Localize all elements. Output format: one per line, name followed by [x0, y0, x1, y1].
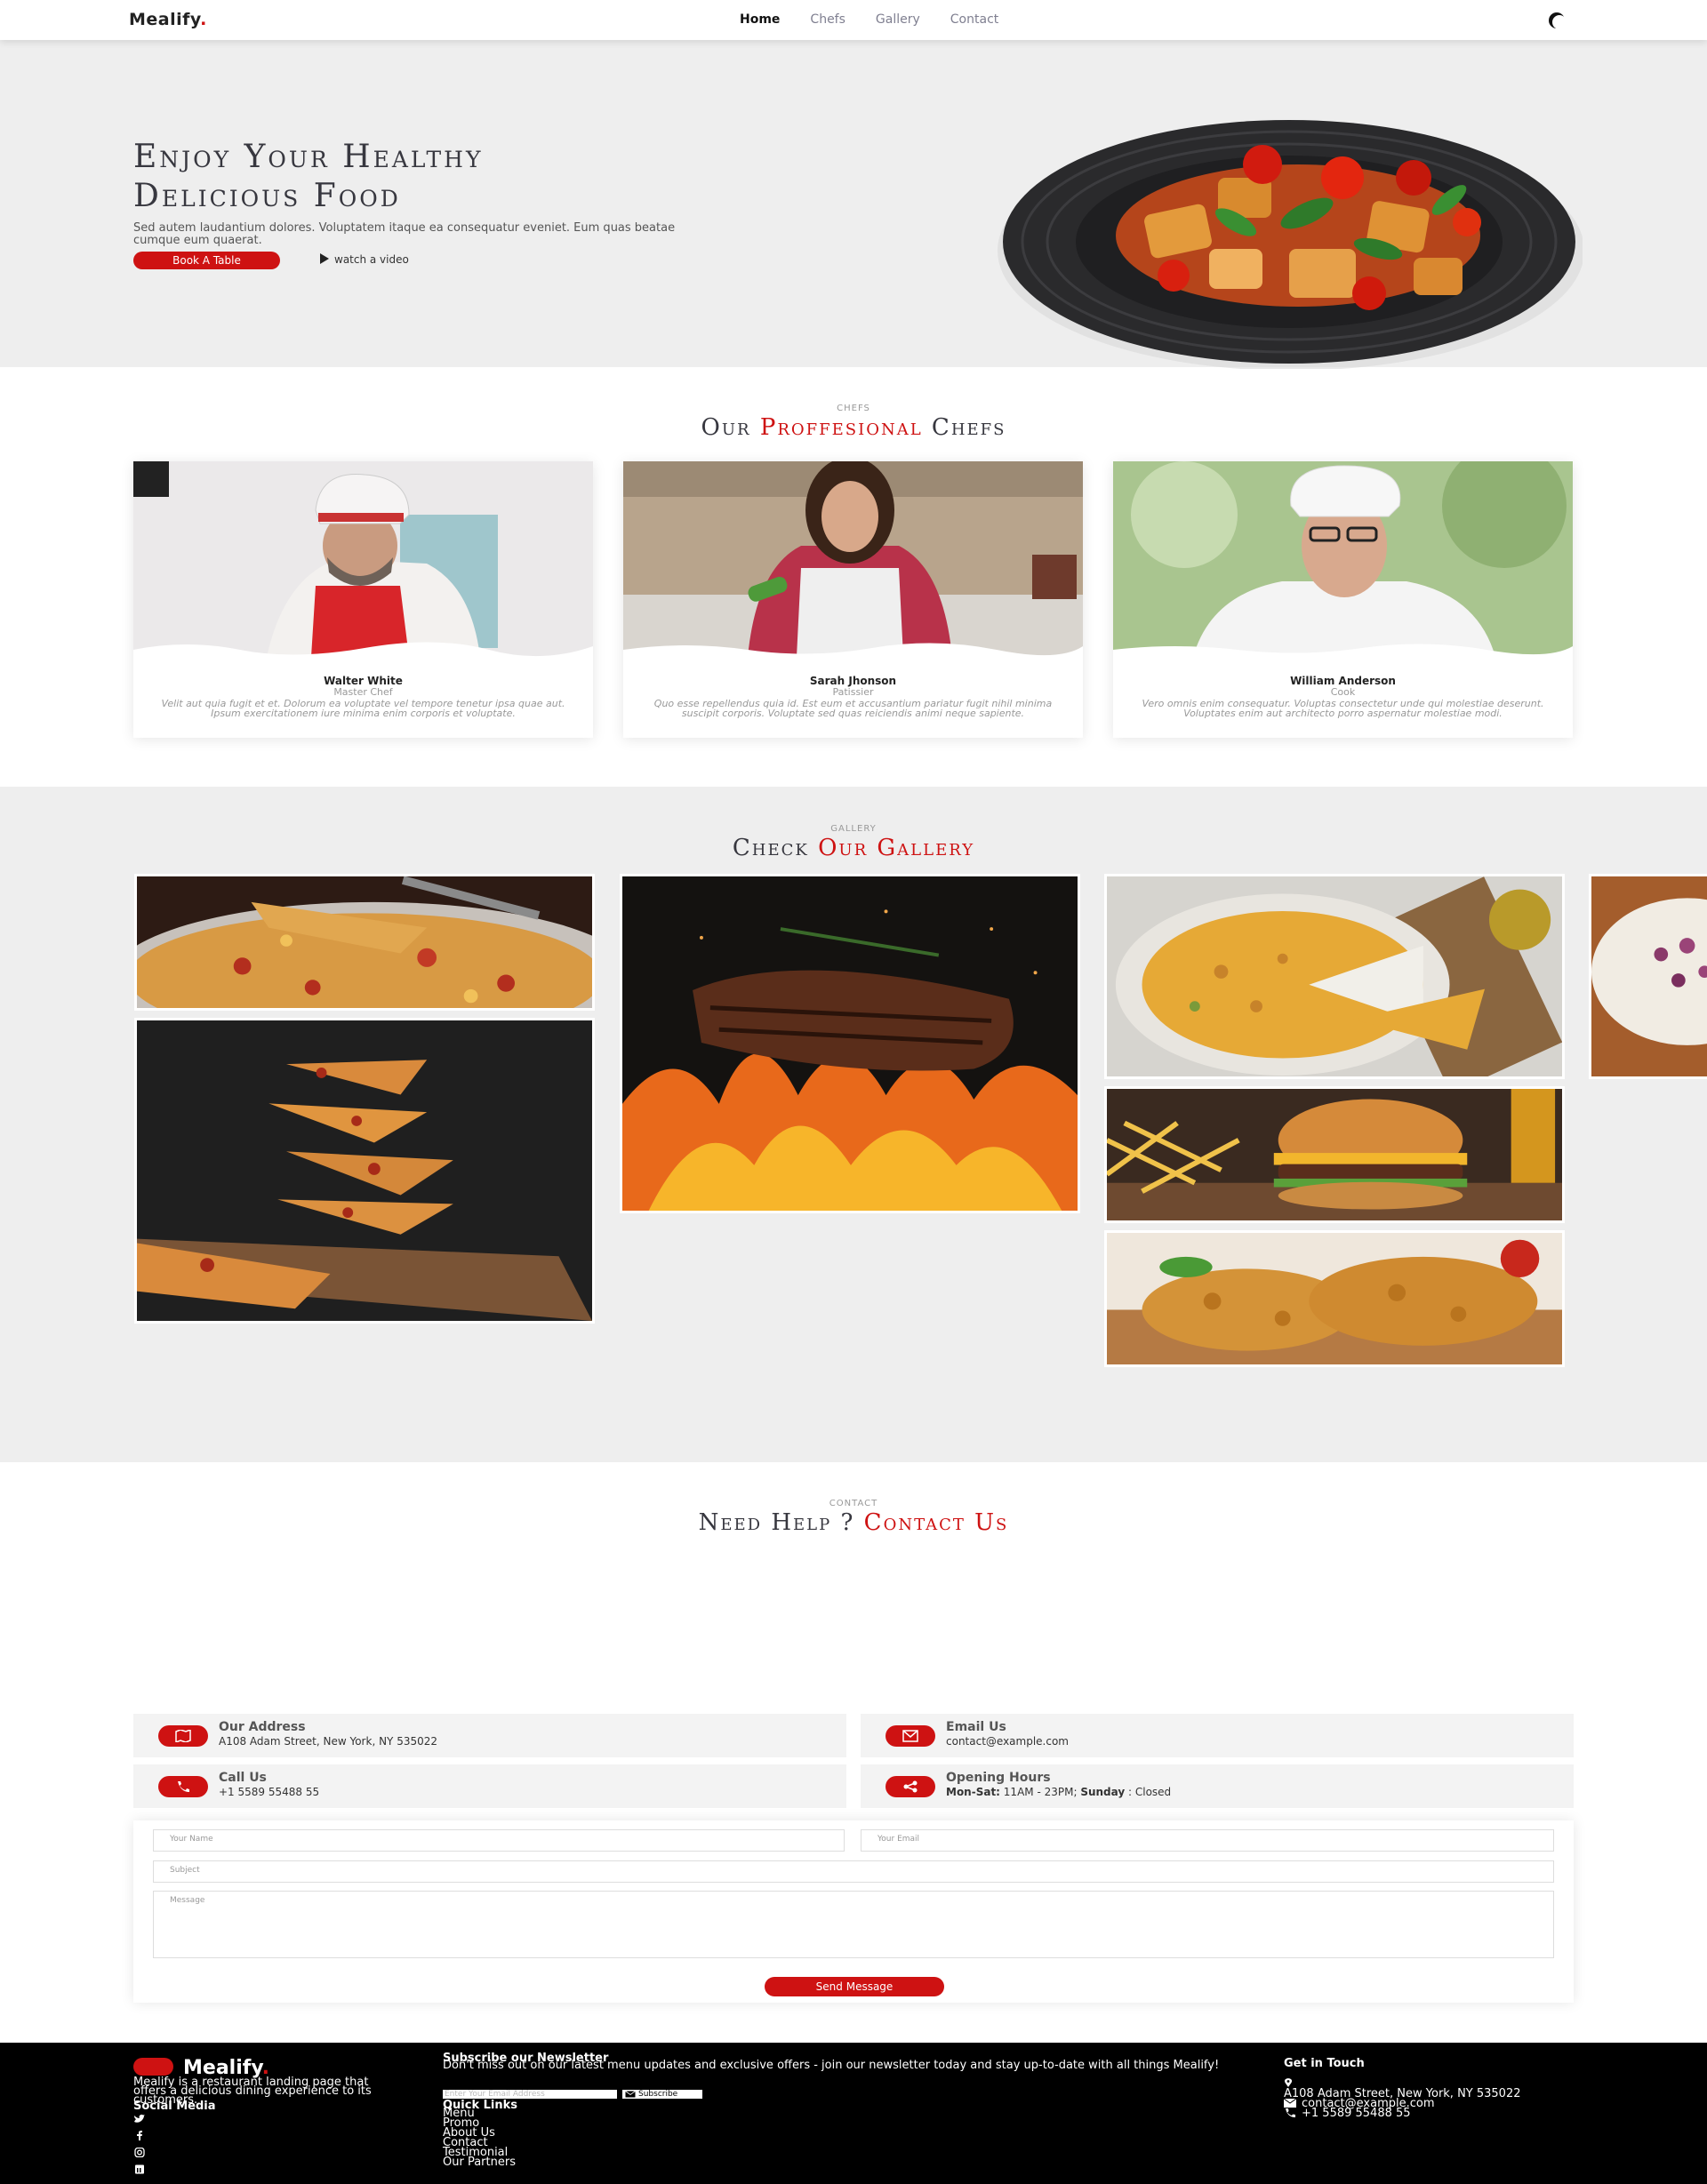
- hero-subtitle: Sed autem laudantium dolores. Voluptatem…: [133, 221, 676, 247]
- linkedin-icon[interactable]: [133, 2164, 146, 2174]
- hero-food-plate-image: [998, 120, 1583, 369]
- twitter-icon[interactable]: [133, 2114, 146, 2124]
- footer-contact: A108 Adam Street, New York, NY 535022 co…: [1284, 2078, 1551, 2119]
- get-in-touch-title: Get in Touch: [1284, 2057, 1365, 2070]
- nav-menu: Home Chefs Gallery Contact: [740, 12, 998, 27]
- hero-title: Enjoy Your Healthy Delicious Food: [133, 139, 484, 214]
- contact-section-title: Need Help ? Contact Us: [698, 1509, 1009, 1536]
- send-message-button[interactable]: Send Message: [765, 1977, 944, 1996]
- share-icon: [886, 1776, 935, 1797]
- brand-badge-icon: [133, 2058, 173, 2076]
- chef-name: Sarah Jhonson: [809, 675, 897, 687]
- chef-role: Master Chef: [333, 686, 393, 698]
- top-navbar: Mealify. Home Chefs Gallery Contact: [0, 0, 1707, 40]
- watch-video-link[interactable]: watch a video: [320, 253, 409, 266]
- chef-card: William Anderson Cook Vero omnis enim co…: [1113, 461, 1573, 738]
- chefs-section-tag: CHEFS: [837, 404, 870, 413]
- chef-photo: [623, 461, 1083, 657]
- name-input[interactable]: Your Name: [153, 1829, 845, 1852]
- info-email: Email Us contact@example.com: [861, 1714, 1574, 1757]
- map-icon: [158, 1725, 208, 1747]
- chef-role: Cook: [1330, 686, 1356, 698]
- gallery-image-fried-chicken[interactable]: [1104, 1230, 1565, 1367]
- contact-form: Your Name Your Email Subject Message Sen…: [133, 1820, 1574, 2003]
- subject-input[interactable]: Subject: [153, 1860, 1554, 1883]
- chef-bio: Vero omnis enim consequatur. Voluptas co…: [1142, 698, 1544, 719]
- footer: Mealify. Mealify is a restaurant landing…: [0, 2043, 1707, 2184]
- play-icon: [320, 253, 329, 264]
- info-address: Our Address A108 Adam Street, New York, …: [133, 1714, 846, 1757]
- location-pin-icon: [1284, 2078, 1293, 2087]
- message-textarea[interactable]: Message: [153, 1891, 1554, 1958]
- chef-bio: Velit aut quia fugit et et. Dolorum ea v…: [161, 698, 565, 719]
- gallery-image-pizza-slice[interactable]: [134, 874, 595, 1011]
- book-table-button[interactable]: Book A Table: [133, 252, 280, 269]
- newsletter-email-input[interactable]: Enter Your Email Address: [443, 2090, 617, 2099]
- chefs-section-title: Our Proffesional Chefs: [701, 414, 1006, 441]
- chef-card: Sarah Jhonson Patissier Quo esse repelle…: [623, 461, 1083, 738]
- brand-logo[interactable]: Mealify.: [129, 10, 207, 29]
- phone-icon: [158, 1776, 208, 1797]
- chef-role: Patissier: [832, 686, 874, 698]
- gallery-section-title: Check Our Gallery: [732, 835, 975, 861]
- nav-item-gallery[interactable]: Gallery: [876, 12, 920, 27]
- chef-photo: [1113, 461, 1573, 657]
- nav-item-chefs[interactable]: Chefs: [810, 12, 845, 27]
- quick-link-our-partners[interactable]: Our Partners: [443, 2156, 516, 2168]
- chef-card: Walter White Master Chef Velit aut quia …: [133, 461, 593, 738]
- subscribe-button[interactable]: Subscribe: [622, 2090, 702, 2099]
- instagram-icon[interactable]: [133, 2147, 146, 2158]
- email-input[interactable]: Your Email: [861, 1829, 1554, 1852]
- quick-links: Menu Promo About Us Contact Testimonial …: [443, 2108, 516, 2168]
- dark-mode-toggle-icon[interactable]: [1547, 11, 1567, 30]
- chef-name: Walter White: [324, 675, 403, 687]
- gallery-image-frittata[interactable]: [1104, 874, 1565, 1079]
- chef-bio: Quo esse repellendus quia id. Est eum et…: [653, 698, 1053, 719]
- gallery-image-burger-fries[interactable]: [1104, 1086, 1565, 1223]
- nav-item-contact[interactable]: Contact: [950, 12, 998, 27]
- gallery-image-flying-pizza[interactable]: [134, 1018, 595, 1324]
- info-call: Call Us +1 5589 55488 55: [133, 1764, 846, 1808]
- info-hours: Opening Hours Mon-Sat: 11AM - 23PM; Sund…: [861, 1764, 1574, 1808]
- chef-name: William Anderson: [1290, 675, 1396, 687]
- envelope-icon: [886, 1725, 935, 1747]
- gallery-image-grilled-steak[interactable]: [620, 874, 1080, 1213]
- facebook-icon[interactable]: [133, 2131, 146, 2140]
- footer-phone[interactable]: +1 5589 55488 55: [1302, 2108, 1411, 2119]
- nav-item-home[interactable]: Home: [740, 12, 780, 27]
- gallery-image-wrap[interactable]: [1589, 874, 1707, 1079]
- phone-icon: [1286, 2108, 1295, 2117]
- social-icons: [133, 2110, 146, 2178]
- hero-section: Enjoy Your Healthy Delicious Food Sed au…: [0, 40, 1707, 369]
- newsletter-text: Don't miss out on our latest menu update…: [443, 2059, 1220, 2072]
- gallery-section-tag: GALLERY: [830, 824, 877, 834]
- contact-section-tag: CONTACT: [829, 1499, 878, 1508]
- envelope-icon: [1284, 2099, 1296, 2108]
- envelope-icon: [625, 2091, 636, 2098]
- gallery-section: GALLERY Check Our Gallery: [0, 787, 1707, 1462]
- chef-photo: [133, 461, 593, 657]
